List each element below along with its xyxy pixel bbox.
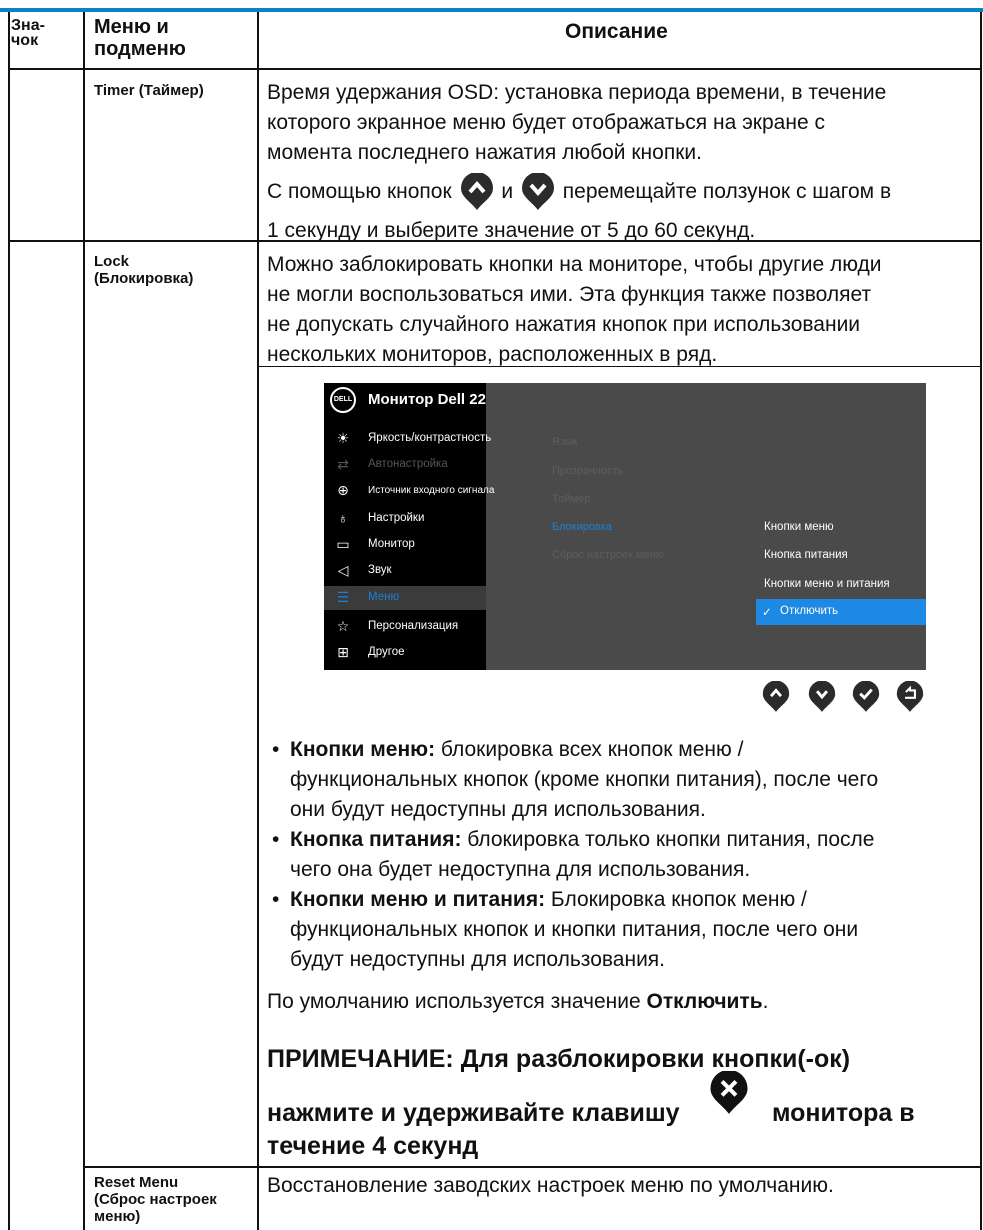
osd-title: Монитор Dell 22 <box>368 391 486 408</box>
star-icon: ☆ <box>336 618 350 634</box>
dell-logo: DELL <box>330 387 356 413</box>
table-border-col2 <box>257 12 259 1230</box>
table-border-right <box>980 12 982 1230</box>
unlock-note-line3: течение 4 секунд <box>267 1132 479 1160</box>
header-desc-col: Описание <box>565 20 668 43</box>
other-icon: ⊞ <box>337 644 349 660</box>
sun-icon: ☀ <box>336 430 350 446</box>
unlock-note-line2: нажмите и удерживайте клавишу <box>267 1099 680 1127</box>
lock-label: Lock (Блокировка) <box>94 253 194 287</box>
speaker-icon: ◁ <box>337 562 349 578</box>
osd-item-auto-adjust[interactable]: ⇄ Автонастройка <box>324 453 486 477</box>
osd-sub-language[interactable]: Язык <box>552 436 578 448</box>
osd-item-others[interactable]: ⊞ Другое <box>324 641 486 665</box>
list-item: Кнопка питания: блокировка только кнопки… <box>270 825 978 885</box>
osd-down-button-icon <box>808 681 836 712</box>
input-source-icon: ⊕ <box>337 482 349 498</box>
osd-sub-lock[interactable]: Блокировка <box>552 521 612 533</box>
reset-label: Reset Menu (Сброс настроек меню) <box>94 1174 217 1225</box>
osd-option-menu-buttons[interactable]: Кнопки меню <box>756 515 926 541</box>
osd-ok-button-icon <box>852 681 880 712</box>
osd-item-color[interactable]: ♁ Настройки <box>324 507 486 531</box>
osd-item-input-source[interactable]: ⊕ Источник входного сигнала <box>324 479 494 503</box>
table-border-left <box>8 12 10 1230</box>
monitor-icon: ▭ <box>336 536 350 552</box>
reset-desc: Восстановление заводских настроек меню п… <box>267 1174 834 1197</box>
osd-screenshot: DELL Монитор Dell 22 ☀ Яркость/контрастно… <box>324 383 926 670</box>
table-border-col1 <box>83 12 85 1230</box>
default-value-text: По умолчанию используется значение Отклю… <box>267 990 769 1013</box>
unlock-note-line1: ПРИМЕЧАНИЕ: Для разблокировки кнопки(-ок… <box>267 1045 851 1073</box>
auto-adjust-icon: ⇄ <box>337 456 349 472</box>
menu-icon: ☰ <box>336 589 350 605</box>
header-menu-col: Меню и подменю <box>94 16 186 60</box>
osd-up-button-icon <box>762 681 790 712</box>
osd-item-menu[interactable]: ☰ Меню <box>324 586 486 610</box>
check-icon: ✓ <box>762 607 772 619</box>
list-item: Кнопки меню и питания: Блокировка кнопок… <box>270 885 978 975</box>
timer-desc: Время удержания OSD: установка периода в… <box>267 81 892 242</box>
osd-sub-timer[interactable]: Таймер <box>552 493 590 505</box>
osd-item-brightness[interactable]: ☀ Яркость/контрастность <box>324 427 491 451</box>
osd-back-button-icon <box>896 681 924 712</box>
exit-button-icon <box>710 1071 748 1114</box>
lock-desc: Можно заблокировать кнопки на мониторе, … <box>267 253 882 366</box>
list-item: Кнопки меню: блокировка всех кнопок меню… <box>270 735 978 825</box>
header-divider <box>8 68 982 70</box>
timer-label: Timer (Таймер) <box>94 82 204 99</box>
row-divider-2 <box>83 1166 982 1168</box>
header-icon-col: Зна- чок <box>11 17 45 49</box>
osd-sub-reset[interactable]: Сброс настроек меню <box>552 549 664 561</box>
top-rule <box>0 8 983 12</box>
up-button-icon <box>460 172 493 211</box>
osd-option-power-button[interactable]: Кнопка питания <box>756 543 926 569</box>
color-icon: ♁ <box>337 510 349 526</box>
lock-inner-divider <box>257 366 982 367</box>
osd-item-audio[interactable]: ◁ Звук <box>324 559 486 583</box>
down-button-icon <box>521 172 554 211</box>
osd-sub-transparency[interactable]: Прозрачность <box>552 465 623 477</box>
lock-options-list: Кнопки меню: блокировка всех кнопок меню… <box>270 735 978 975</box>
osd-option-disable[interactable]: ✓ Отключить <box>756 599 926 625</box>
osd-option-menu-power[interactable]: Кнопки меню и питания <box>756 572 926 598</box>
osd-item-personalize[interactable]: ☆ Персонализация <box>324 615 486 639</box>
unlock-note-line2-end: монитора в <box>772 1099 915 1127</box>
osd-item-display[interactable]: ▭ Монитор <box>324 533 486 557</box>
